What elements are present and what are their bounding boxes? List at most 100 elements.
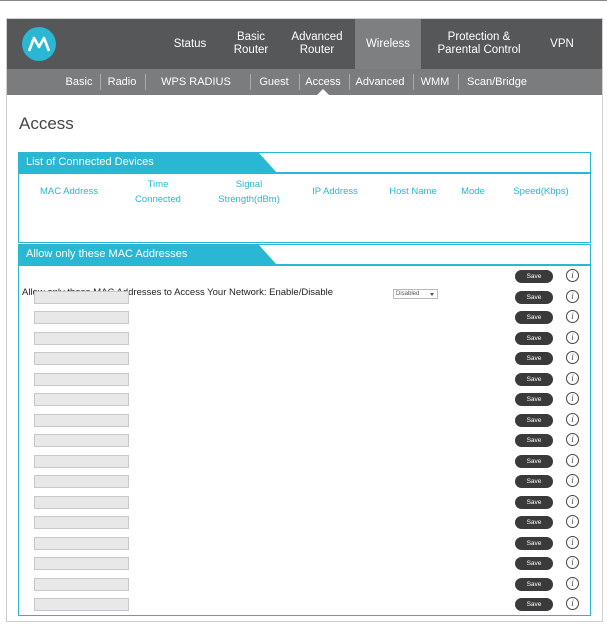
mac-address-input[interactable] xyxy=(34,598,129,611)
mac-address-input[interactable] xyxy=(34,475,129,488)
info-icon[interactable]: i xyxy=(566,597,579,610)
allowed-mac-title: Allow only these MAC Addresses xyxy=(26,248,188,260)
subnav-radio[interactable]: Radio xyxy=(103,69,141,95)
mac-address-input[interactable] xyxy=(34,434,129,447)
nav-vpn-label: VPN xyxy=(550,37,574,50)
info-icon[interactable]: i xyxy=(566,290,579,303)
info-icon[interactable]: i xyxy=(566,536,579,549)
nav-advanced-router[interactable]: Advanced Router xyxy=(287,19,347,69)
chevron-down-icon xyxy=(430,293,434,296)
info-icon[interactable]: i xyxy=(566,372,579,385)
top-navigation: Status Basic Router Advanced Router Wirele… xyxy=(7,19,602,69)
subnav-wmm[interactable]: WMM xyxy=(416,69,454,95)
nav-status[interactable]: Status xyxy=(167,19,213,69)
connected-devices-title: List of Connected Devices xyxy=(26,156,154,168)
panel-header-rule xyxy=(19,172,590,174)
save-button[interactable]: Save xyxy=(515,270,553,283)
mac-address-input[interactable] xyxy=(34,578,129,591)
subnav-divider xyxy=(349,74,350,90)
subnav-divider xyxy=(458,74,459,90)
motorola-m-icon xyxy=(27,36,51,52)
nav-vpn[interactable]: VPN xyxy=(542,19,582,69)
column-host-name: Host Name xyxy=(389,186,437,197)
save-button[interactable]: Save xyxy=(515,352,553,365)
info-icon[interactable]: i xyxy=(566,392,579,405)
save-button[interactable]: Save xyxy=(515,434,553,447)
save-button[interactable]: Save xyxy=(515,537,553,550)
column-mode: Mode xyxy=(461,186,485,197)
info-icon[interactable]: i xyxy=(566,474,579,487)
subnav-divider xyxy=(100,74,101,90)
nav-advanced-router-label: Advanced Router xyxy=(291,31,342,57)
nav-wireless[interactable]: Wireless xyxy=(355,19,421,69)
subnav-divider xyxy=(250,74,251,90)
nav-status-label: Status xyxy=(173,37,207,50)
column-time-line2: Connected xyxy=(135,194,181,205)
info-icon[interactable]: i xyxy=(566,331,579,344)
nav-basic-router-line2: Router xyxy=(233,44,269,56)
nav-advanced-router-line2: Router xyxy=(299,44,335,56)
info-icon[interactable]: i xyxy=(566,577,579,590)
wireless-subnav: Basic Radio WPS RADIUS WEP Guest Access … xyxy=(7,69,602,114)
info-icon[interactable]: i xyxy=(566,269,579,282)
subnav-scan-bridge[interactable]: Scan/Bridge xyxy=(461,69,533,95)
mac-address-input[interactable] xyxy=(34,332,129,345)
mac-address-input[interactable] xyxy=(34,311,129,324)
save-button[interactable]: Save xyxy=(515,311,553,324)
save-button[interactable]: Save xyxy=(515,557,553,570)
save-button[interactable]: Save xyxy=(515,598,553,611)
nav-basic-router-line1: Basic xyxy=(236,31,266,43)
mac-address-input[interactable] xyxy=(34,291,129,304)
nav-protection-label: Protection & Parental Control xyxy=(437,31,520,57)
nav-wireless-label: Wireless xyxy=(365,37,411,50)
info-icon[interactable]: i xyxy=(566,433,579,446)
mac-filter-select[interactable]: Disabled xyxy=(393,289,438,299)
subnav-divider xyxy=(145,74,146,90)
save-button[interactable]: Save xyxy=(515,455,553,468)
nav-basic-router-label: Basic Router xyxy=(234,31,269,57)
info-icon[interactable]: i xyxy=(566,495,579,508)
subnav-guest[interactable]: Guest xyxy=(253,69,295,95)
column-speed: Speed(Kbps) xyxy=(513,186,569,197)
nav-protection-parental-control[interactable]: Protection & Parental Control xyxy=(431,19,527,69)
info-icon[interactable]: i xyxy=(566,310,579,323)
mac-address-input[interactable] xyxy=(34,393,129,406)
mac-address-input[interactable] xyxy=(34,496,129,509)
subnav-basic[interactable]: Basic xyxy=(62,69,96,95)
nav-basic-router[interactable]: Basic Router xyxy=(225,19,277,69)
column-ip-address: IP Address xyxy=(312,186,358,197)
column-signal-line2: Strength(dBm) xyxy=(218,194,280,205)
mac-address-input[interactable] xyxy=(34,516,129,529)
subnav-divider xyxy=(299,74,300,90)
save-button[interactable]: Save xyxy=(515,475,553,488)
mac-address-input[interactable] xyxy=(34,455,129,468)
motorola-logo-icon xyxy=(22,27,56,61)
nav-protection-line2: Parental Control xyxy=(437,44,521,56)
column-mac-address: MAC Address xyxy=(39,186,99,197)
save-button[interactable]: Save xyxy=(515,291,553,304)
panel-header-rule xyxy=(19,264,590,266)
info-icon[interactable]: i xyxy=(566,454,579,467)
nav-protection-line1: Protection & xyxy=(447,31,511,43)
info-icon[interactable]: i xyxy=(566,351,579,364)
save-button[interactable]: Save xyxy=(515,496,553,509)
mac-address-input[interactable] xyxy=(34,414,129,427)
save-button[interactable]: Save xyxy=(515,373,553,386)
mac-address-input[interactable] xyxy=(34,352,129,365)
save-button[interactable]: Save xyxy=(515,516,553,529)
save-button[interactable]: Save xyxy=(515,578,553,591)
info-icon[interactable]: i xyxy=(566,515,579,528)
subnav-wps-radius-wep[interactable]: WPS RADIUS WEP xyxy=(148,69,244,114)
subnav-divider xyxy=(413,74,414,90)
save-button[interactable]: Save xyxy=(515,393,553,406)
info-icon[interactable]: i xyxy=(566,556,579,569)
info-icon[interactable]: i xyxy=(566,413,579,426)
top-rule xyxy=(0,0,607,6)
save-button[interactable]: Save xyxy=(515,414,553,427)
mac-address-input[interactable] xyxy=(34,537,129,550)
mac-address-input[interactable] xyxy=(34,373,129,386)
mac-address-input[interactable] xyxy=(34,557,129,570)
save-button[interactable]: Save xyxy=(515,332,553,345)
column-time-line1: Time xyxy=(147,179,169,190)
subnav-advanced[interactable]: Advanced xyxy=(352,69,408,95)
